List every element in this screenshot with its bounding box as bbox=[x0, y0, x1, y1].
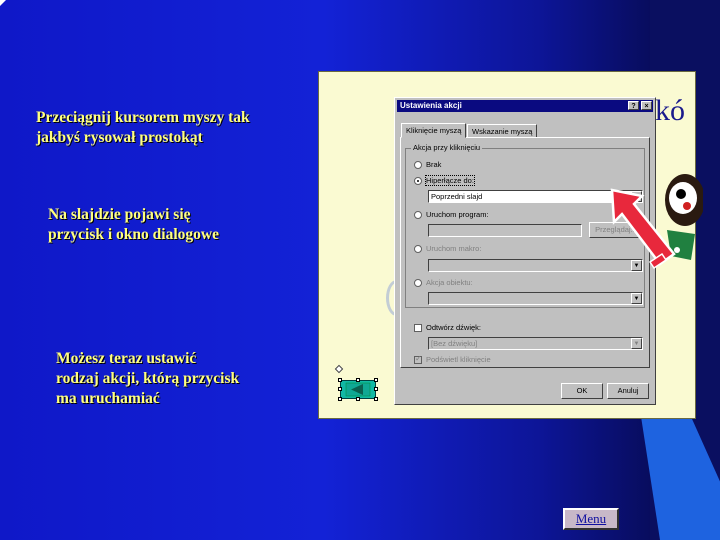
cancel-button[interactable]: Anuluj bbox=[607, 383, 649, 399]
chevron-down-icon[interactable]: ▼ bbox=[631, 338, 642, 349]
resize-handle-br[interactable] bbox=[374, 397, 378, 401]
play-sound-checkbox[interactable] bbox=[414, 324, 422, 332]
group-label: Akcja przy kliknięciu bbox=[411, 143, 483, 152]
radio-hyperlink-label: Hiperłącze do: bbox=[425, 175, 475, 186]
close-button[interactable]: × bbox=[641, 101, 652, 110]
hyperlink-select-value: Poprzedni slajd bbox=[431, 192, 483, 201]
caption-appears: Na slajdzie pojawi się przycisk i okno d… bbox=[48, 205, 219, 245]
caption-set-line2: rodzaj akcji, którą przycisk bbox=[56, 370, 240, 387]
back-triangle-icon bbox=[345, 382, 371, 397]
sound-select[interactable]: [Bez dźwięku] ▼ bbox=[428, 337, 643, 350]
slide-title-fragment: kó bbox=[655, 94, 685, 127]
tab-mouse-over[interactable]: Wskazanie myszą bbox=[467, 124, 538, 137]
caption-appears-line1: Na slajdzie pojawi się bbox=[48, 206, 191, 223]
caption-set-line3: ma uruchamiać bbox=[56, 390, 160, 407]
radio-run-macro[interactable] bbox=[414, 245, 422, 253]
corner-marker bbox=[0, 0, 6, 6]
resize-handle-t[interactable] bbox=[356, 378, 360, 382]
resize-handle-tl[interactable] bbox=[338, 378, 342, 382]
resize-handle-r[interactable] bbox=[374, 387, 378, 391]
resize-handle-bl[interactable] bbox=[338, 397, 342, 401]
ok-button[interactable]: OK bbox=[561, 383, 603, 399]
play-sound-label: Odtwórz dźwięk: bbox=[426, 323, 482, 332]
tab-mouse-click[interactable]: Kliknięcie myszą bbox=[401, 123, 467, 138]
caption-appears-line2: przycisk i okno dialogowe bbox=[48, 226, 219, 243]
resize-handle-b[interactable] bbox=[356, 397, 360, 401]
highlight-click-checkbox[interactable] bbox=[414, 354, 422, 364]
chevron-down-icon[interactable]: ▼ bbox=[631, 293, 642, 304]
radio-none-label: Brak bbox=[426, 160, 442, 169]
caption-drag-line1: Przeciągnij kursorem myszy tak bbox=[36, 109, 250, 126]
sound-select-value: [Bez dźwięku] bbox=[431, 339, 478, 348]
radio-object-action[interactable] bbox=[414, 279, 422, 287]
resize-handle-tr[interactable] bbox=[374, 378, 378, 382]
caption-set-line1: Możesz teraz ustawić bbox=[56, 350, 197, 367]
radio-run-program-label: Uruchom program: bbox=[426, 210, 489, 219]
menu-button[interactable]: Menu bbox=[563, 508, 619, 530]
radio-run-program[interactable] bbox=[414, 211, 422, 219]
highlight-click-label: Podświetl kliknięcie bbox=[426, 355, 491, 364]
object-action-select[interactable]: ▼ bbox=[428, 292, 643, 305]
caption-set-action: Możesz teraz ustawić rodzaj akcji, którą… bbox=[56, 349, 239, 409]
radio-hyperlink[interactable] bbox=[414, 177, 422, 185]
radio-none[interactable] bbox=[414, 161, 422, 169]
radio-object-action-label: Akcja obiektu: bbox=[426, 278, 473, 287]
dialog-title: Ustawienia akcji bbox=[400, 101, 462, 110]
resize-handle-l[interactable] bbox=[338, 387, 342, 391]
red-arrow-icon bbox=[610, 188, 676, 270]
program-path-input[interactable] bbox=[428, 224, 582, 237]
help-button[interactable]: ? bbox=[628, 101, 639, 110]
radio-run-macro-label: Uruchom makro: bbox=[426, 244, 482, 253]
caption-drag: Przeciągnij kursorem myszy tak jakbyś ry… bbox=[36, 108, 250, 148]
caption-drag-line2: jakbyś rysował prostokąt bbox=[36, 129, 203, 146]
dialog-titlebar: Ustawienia akcji ? × bbox=[397, 100, 653, 112]
